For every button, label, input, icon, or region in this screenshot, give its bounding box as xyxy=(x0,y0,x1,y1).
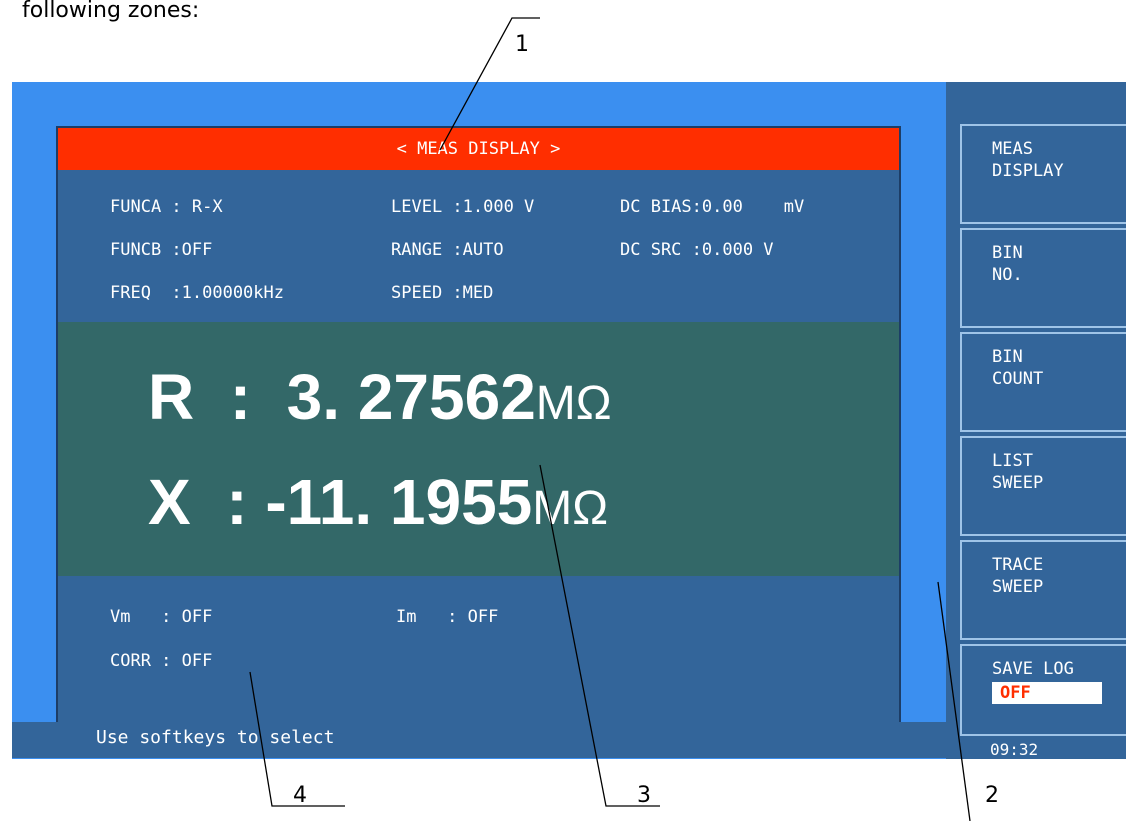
softkey-label: BIN xyxy=(992,243,1023,263)
dc-src-param[interactable]: DC SRC :0.000 V xyxy=(620,240,774,260)
clock: 09:32 xyxy=(990,740,1039,759)
corr-status: CORR : OFF xyxy=(110,651,213,671)
level-param[interactable]: LEVEL :1.000 V xyxy=(391,197,534,217)
save-log-state: OFF xyxy=(992,682,1102,704)
callout-number: 4 xyxy=(293,783,307,808)
status-message: Use softkeys to select xyxy=(96,727,335,748)
dc-bias-param[interactable]: DC BIAS:0.00 mV xyxy=(620,197,804,217)
vm-monitor: Vm : OFF xyxy=(110,607,213,627)
page-title: < MEAS DISPLAY > xyxy=(58,128,899,170)
secondary-reading: X : -11. 1955MΩ xyxy=(148,465,608,539)
callout-number: 3 xyxy=(637,783,651,808)
secondary-unit: MΩ xyxy=(532,482,609,535)
softkey-label: SWEEP xyxy=(992,473,1044,493)
softkey-save-log[interactable]: SAVE LOG OFF xyxy=(960,644,1126,736)
softkey-label: MEAS xyxy=(992,139,1033,159)
callout-number: 1 xyxy=(515,32,529,57)
secondary-value: X : -11. 1955 xyxy=(148,466,533,538)
intro-text: following zones: xyxy=(22,0,200,23)
softkey-label: BIN xyxy=(992,347,1023,367)
softkey-bin-no[interactable]: BIN NO. xyxy=(960,228,1126,328)
softkey-label: TRACE xyxy=(992,555,1044,575)
softkey-label: NO. xyxy=(992,265,1023,285)
softkey-label: DISPLAY xyxy=(992,161,1064,181)
softkey-label: SWEEP xyxy=(992,577,1044,597)
softkey-bin-count[interactable]: BIN COUNT xyxy=(960,332,1126,432)
softkey-trace-sweep[interactable]: TRACE SWEEP xyxy=(960,540,1126,640)
speed-param[interactable]: SPEED :MED xyxy=(391,283,493,303)
im-monitor: Im : OFF xyxy=(396,607,499,627)
freq-param[interactable]: FREQ :1.00000kHz xyxy=(110,283,284,303)
softkey-label: COUNT xyxy=(992,369,1044,389)
softkey-label: SAVE LOG xyxy=(992,659,1074,679)
softkey-list-sweep[interactable]: LIST SWEEP xyxy=(960,436,1126,536)
funcb-param[interactable]: FUNCB :OFF xyxy=(110,240,212,260)
primary-unit: MΩ xyxy=(535,377,612,430)
callout-number: 2 xyxy=(985,783,999,808)
range-param[interactable]: RANGE :AUTO xyxy=(391,240,504,260)
primary-value: R : 3. 27562 xyxy=(148,361,536,433)
funca-param[interactable]: FUNCA : R-X xyxy=(110,197,223,217)
softkey-meas-display[interactable]: MEAS DISPLAY xyxy=(960,124,1126,224)
primary-reading: R : 3. 27562MΩ xyxy=(148,360,612,434)
softkey-label: LIST xyxy=(992,451,1033,471)
